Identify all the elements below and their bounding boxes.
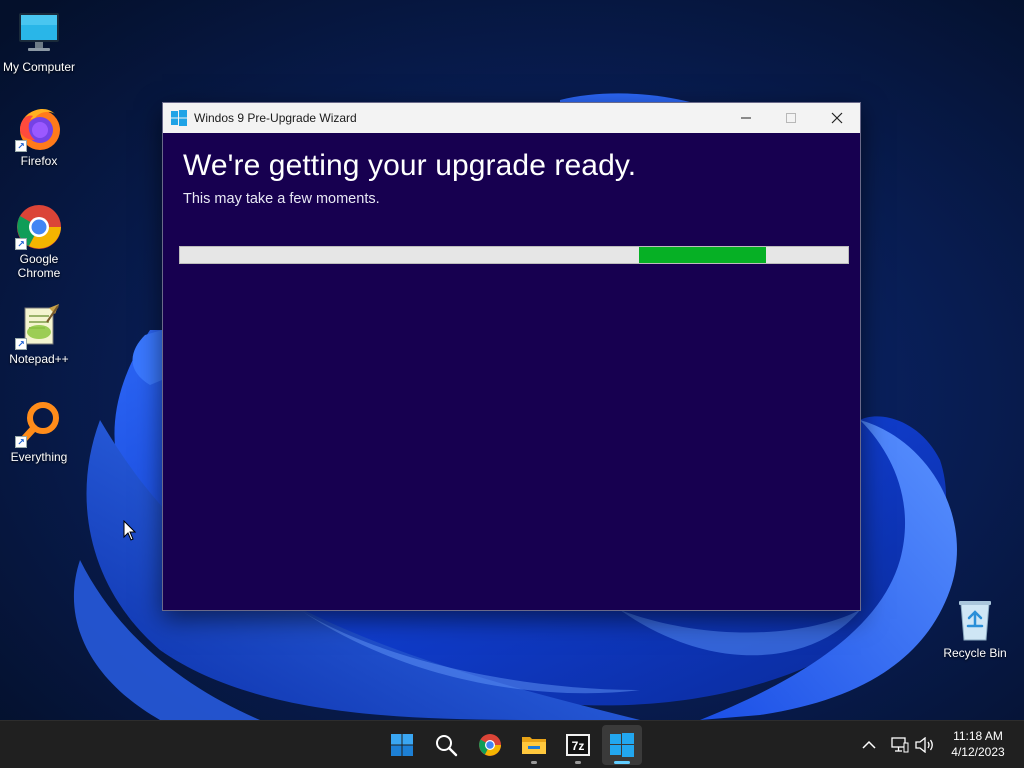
desktop-icon-recycle-bin[interactable]: Recycle Bin bbox=[936, 596, 1014, 660]
7zip-taskbar-button[interactable]: 7z bbox=[558, 725, 598, 765]
progress-bar bbox=[179, 246, 849, 264]
taskbar: 7z 11:18 AM 4/12/2023 bbox=[0, 720, 1024, 768]
chrome-icon bbox=[479, 734, 501, 756]
chrome-taskbar-button[interactable] bbox=[470, 725, 510, 765]
close-button[interactable] bbox=[814, 103, 860, 133]
everything-search-icon: ↗ bbox=[15, 400, 63, 448]
windows-logo-icon bbox=[391, 734, 413, 756]
minimize-icon bbox=[741, 117, 751, 119]
shortcut-arrow-icon: ↗ bbox=[15, 436, 27, 448]
wizard-content: We're getting your upgrade ready. This m… bbox=[163, 133, 860, 610]
desktop-icon-label: Google Chrome bbox=[17, 252, 61, 280]
windows-logo-icon bbox=[171, 110, 187, 126]
wizard-subtitle: This may take a few moments. bbox=[183, 191, 380, 207]
start-button[interactable] bbox=[382, 725, 422, 765]
wizard-headline: We're getting your upgrade ready. bbox=[183, 149, 637, 182]
search-icon bbox=[436, 735, 458, 757]
desktop-icon-firefox[interactable]: ↗ Firefox bbox=[0, 104, 78, 168]
pre-upgrade-wizard-window[interactable]: Windos 9 Pre-Upgrade Wizard We're gettin… bbox=[162, 102, 861, 611]
minimize-button[interactable] bbox=[723, 103, 769, 133]
shortcut-arrow-icon: ↗ bbox=[15, 140, 27, 152]
system-clock[interactable]: 11:18 AM 4/12/2023 bbox=[940, 728, 1016, 760]
desktop-icon-label: Firefox bbox=[20, 154, 58, 168]
desktop-icon-label: My Computer bbox=[2, 60, 76, 74]
desktop-icon-label: Recycle Bin bbox=[943, 646, 1007, 660]
progress-bar-fill bbox=[639, 247, 766, 263]
volume-icon bbox=[915, 737, 933, 753]
file-explorer-taskbar-button[interactable] bbox=[514, 725, 554, 765]
shortcut-arrow-icon: ↗ bbox=[15, 338, 27, 350]
svg-text:7z: 7z bbox=[572, 739, 585, 753]
maximize-icon bbox=[786, 113, 796, 123]
desktop-icon-my-computer[interactable]: My Computer bbox=[0, 10, 78, 74]
desktop-icon-notepad-plus-plus[interactable]: ↗ Notepad++ bbox=[0, 302, 78, 366]
clock-time: 11:18 AM bbox=[953, 729, 1003, 743]
running-indicator bbox=[531, 761, 537, 764]
search-button[interactable] bbox=[426, 725, 466, 765]
clock-date: 4/12/2023 bbox=[951, 745, 1005, 759]
running-indicator bbox=[575, 761, 581, 764]
shortcut-arrow-icon: ↗ bbox=[15, 238, 27, 250]
active-indicator bbox=[614, 761, 630, 764]
volume-button[interactable] bbox=[913, 733, 937, 757]
network-button[interactable] bbox=[888, 733, 912, 757]
windows-logo-icon bbox=[610, 733, 634, 757]
maximize-button[interactable] bbox=[768, 103, 814, 133]
network-icon bbox=[891, 737, 909, 753]
firefox-icon: ↗ bbox=[15, 104, 63, 152]
notepad-plus-plus-icon: ↗ bbox=[15, 302, 63, 350]
mouse-cursor-icon bbox=[123, 520, 137, 541]
chrome-icon: ↗ bbox=[15, 202, 63, 250]
desktop-icon-everything[interactable]: ↗ Everything bbox=[0, 400, 78, 464]
recycle-bin-icon bbox=[951, 596, 999, 644]
wizard-taskbar-button[interactable] bbox=[602, 725, 642, 765]
desktop-icon-label: Notepad++ bbox=[9, 352, 69, 366]
show-hidden-icons-button[interactable] bbox=[857, 733, 881, 757]
chevron-up-icon bbox=[862, 740, 876, 749]
monitor-icon bbox=[15, 10, 63, 58]
close-icon bbox=[831, 112, 843, 124]
folder-icon bbox=[522, 737, 546, 754]
desktop-icon-google-chrome[interactable]: ↗ Google Chrome bbox=[0, 202, 78, 280]
window-titlebar[interactable]: Windos 9 Pre-Upgrade Wizard bbox=[163, 103, 860, 133]
desktop-icon-label: Everything bbox=[10, 450, 68, 464]
window-title: Windos 9 Pre-Upgrade Wizard bbox=[194, 111, 357, 125]
7zip-icon: 7z bbox=[566, 734, 590, 756]
